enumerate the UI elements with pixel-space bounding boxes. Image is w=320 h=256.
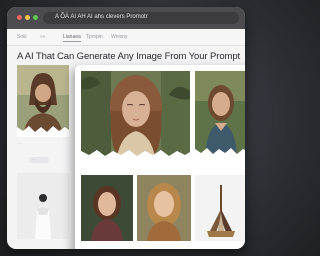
- close-window-button[interactable]: [17, 15, 22, 20]
- nav-item-lianaea[interactable]: Lianaea: [63, 34, 81, 42]
- gallery-badge-label: ···: [32, 158, 36, 162]
- bearded-man-image: [17, 65, 69, 137]
- gallery-image-woman-forest[interactable]: [81, 71, 190, 157]
- gallery-image-woman-garden[interactable]: [195, 71, 245, 157]
- gallery-image-blonde-portrait[interactable]: [137, 175, 191, 241]
- address-text: A ÕÄ AI AH AI ahs clevers Promotr: [55, 14, 148, 20]
- gallery-caption: ····: [17, 141, 23, 146]
- minimize-window-button[interactable]: [25, 15, 30, 20]
- address-bar[interactable]: A ÕÄ AI AH AI ahs clevers Promotr: [43, 12, 239, 24]
- page-headline: A AI That Can Generate Any Image From Yo…: [17, 51, 241, 62]
- gallery-image-feather-brush[interactable]: [195, 175, 245, 241]
- woman-forest-image: [81, 71, 190, 157]
- image-results-card: [75, 65, 245, 249]
- nav-item-arrows[interactable]: »»: [40, 34, 46, 40]
- woman-garden-image: [195, 71, 245, 157]
- gallery-image-bearded-man[interactable]: [17, 65, 69, 137]
- gallery-badge[interactable]: ···: [29, 157, 49, 163]
- blonde-portrait-image: [137, 175, 191, 241]
- gallery-image-figure[interactable]: [17, 173, 69, 239]
- feather-brush-image: [195, 175, 245, 241]
- gallery-image-girl-portrait[interactable]: [81, 175, 133, 241]
- nav-item-tpmpin[interactable]: Tpmpin: [86, 34, 103, 40]
- nav-item-wnisny[interactable]: Wnisny: [111, 34, 127, 40]
- maximize-window-button[interactable]: [33, 15, 38, 20]
- nav-item-soiil[interactable]: Soiil: [17, 34, 26, 40]
- white-figure-image: [17, 173, 69, 239]
- nav-bar: Soiil »» Lianaea Tpmpin Wnisny: [7, 29, 245, 46]
- browser-window: A ÕÄ AI AH AI ahs clevers Promotr Soiil …: [7, 7, 245, 249]
- girl-portrait-image: [81, 175, 133, 241]
- title-bar: A ÕÄ AI AH AI ahs clevers Promotr: [7, 7, 245, 29]
